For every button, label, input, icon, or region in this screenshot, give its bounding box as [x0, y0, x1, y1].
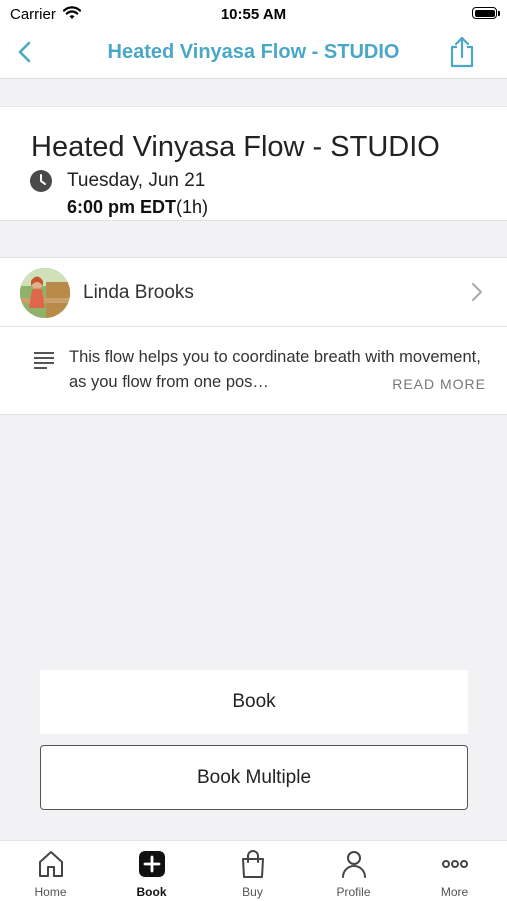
ellipsis-icon: [442, 860, 468, 868]
class-details-card: Linda Brooks This flow helps you to coor…: [0, 257, 507, 415]
class-time: 6:00 pm EDT: [67, 197, 177, 217]
tab-buy[interactable]: Buy: [202, 841, 303, 901]
tab-profile[interactable]: Profile: [303, 841, 404, 901]
tab-buy-label: Buy: [242, 885, 263, 899]
avatar-photo: [20, 268, 70, 318]
clock-time: 10:55 AM: [220, 6, 287, 23]
tab-book-label: Book: [136, 885, 167, 899]
tab-bar: Home Book Buy Profile More: [0, 840, 507, 901]
battery-icon: [472, 7, 497, 19]
class-header-card: Heated Vinyasa Flow - STUDIO Tuesday, Ju…: [0, 106, 507, 221]
status-bar: Carrier 10:55 AM: [0, 0, 507, 28]
class-date: Tuesday, Jun 21: [67, 170, 206, 191]
class-duration: (1h): [176, 197, 209, 217]
book-button[interactable]: Book: [40, 670, 468, 734]
description-lines-icon: [34, 352, 54, 369]
class-time-line: 6:00 pm EDT(1h): [67, 197, 208, 218]
plus-square-icon: [139, 851, 165, 877]
tab-home-label: Home: [34, 885, 67, 899]
home-icon: [39, 851, 63, 877]
tab-home[interactable]: Home: [0, 841, 101, 901]
read-more-link[interactable]: READ MORE: [392, 376, 486, 392]
tab-book[interactable]: Book: [101, 841, 202, 901]
tab-profile-label: Profile: [336, 885, 371, 899]
instructor-avatar: [20, 268, 70, 318]
clock-icon: [30, 170, 52, 192]
share-icon[interactable]: [447, 35, 477, 69]
instructor-name: Linda Brooks: [83, 282, 194, 303]
nav-title: Heated Vinyasa Flow - STUDIO: [107, 41, 400, 63]
chevron-right-icon: [472, 283, 482, 301]
class-title: Heated Vinyasa Flow - STUDIO: [31, 131, 440, 163]
battery-tip: [498, 11, 500, 16]
navigation-bar: Heated Vinyasa Flow - STUDIO: [0, 28, 507, 79]
tab-more[interactable]: More: [404, 841, 505, 901]
instructor-row[interactable]: Linda Brooks: [0, 258, 507, 327]
book-multiple-button[interactable]: Book Multiple: [40, 745, 468, 810]
person-icon: [342, 851, 366, 878]
back-chevron-icon[interactable]: [12, 38, 40, 66]
shopping-bag-icon: [242, 850, 264, 878]
tab-more-label: More: [440, 885, 469, 899]
